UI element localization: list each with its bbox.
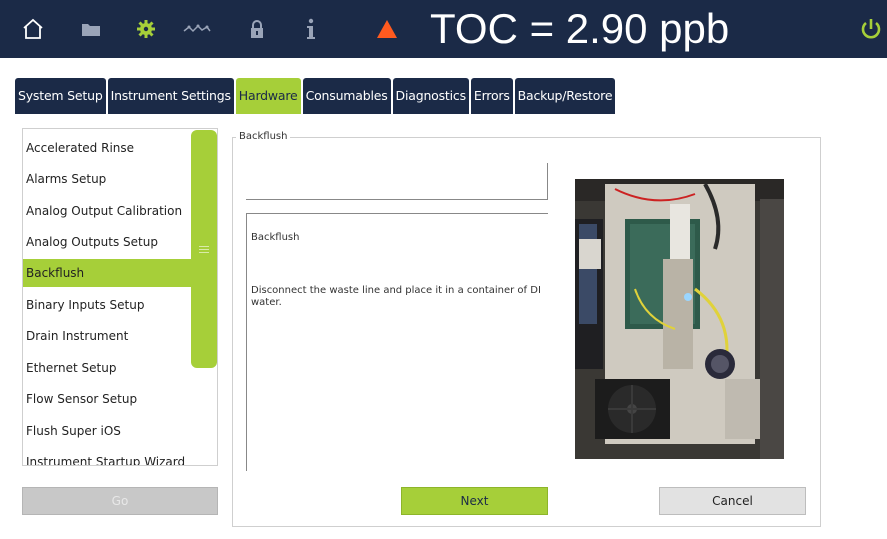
list-item-ethernet-setup[interactable]: Ethernet Setup (23, 354, 213, 382)
status-field (246, 163, 548, 200)
instrument-photo (575, 179, 784, 459)
tab-bar: System Setup Instrument Settings Hardwar… (15, 78, 616, 114)
tab-system-setup[interactable]: System Setup (15, 78, 106, 114)
home-icon[interactable] (20, 0, 46, 58)
panel-legend: Backflush (236, 131, 291, 142)
tab-diagnostics[interactable]: Diagnostics (392, 78, 469, 114)
hardware-list: Accelerated Rinse Alarms Setup Analog Ou… (22, 128, 218, 466)
go-button[interactable]: Go (22, 487, 218, 515)
power-icon[interactable] (858, 0, 884, 58)
description-box: Backflush Disconnect the waste line and … (246, 213, 548, 471)
list-item-backflush[interactable]: Backflush (23, 259, 217, 287)
list-item-instrument-startup-wizard[interactable]: Instrument Startup Wizard (23, 448, 213, 465)
list-item-alarms-setup[interactable]: Alarms Setup (23, 165, 213, 193)
toc-readout: TOC = 2.90 ppb (430, 5, 730, 52)
warning-icon[interactable] (375, 0, 399, 58)
list-item-analog-output-calibration[interactable]: Analog Output Calibration (23, 197, 213, 225)
folder-icon[interactable] (80, 0, 102, 58)
tab-instrument-settings[interactable]: Instrument Settings (107, 78, 234, 114)
next-button[interactable]: Next (401, 487, 548, 515)
lock-icon[interactable] (247, 0, 267, 58)
description-text: Disconnect the waste line and place it i… (251, 285, 541, 308)
cancel-button[interactable]: Cancel (659, 487, 806, 515)
gear-icon[interactable] (135, 0, 157, 58)
list-item-drain-instrument[interactable]: Drain Instrument (23, 322, 213, 350)
list-scrollbar[interactable] (191, 130, 217, 368)
list-item-flow-sensor-setup[interactable]: Flow Sensor Setup (23, 385, 213, 413)
top-bar: TOC = 2.90 ppb (0, 0, 887, 58)
list-item-accelerated-rinse[interactable]: Accelerated Rinse (23, 134, 213, 162)
description-title: Backflush (251, 232, 300, 243)
tab-hardware[interactable]: Hardware (235, 78, 301, 114)
list-item-analog-outputs-setup[interactable]: Analog Outputs Setup (23, 228, 213, 256)
tab-errors[interactable]: Errors (470, 78, 513, 114)
tab-consumables[interactable]: Consumables (302, 78, 391, 114)
list-item-flush-super-ios[interactable]: Flush Super iOS (23, 417, 213, 445)
scrollbar-grip[interactable] (199, 244, 209, 254)
trend-icon[interactable] (182, 0, 212, 58)
list-item-binary-inputs-setup[interactable]: Binary Inputs Setup (23, 291, 213, 319)
tab-backup-restore[interactable]: Backup/Restore (514, 78, 616, 114)
info-icon[interactable] (302, 0, 320, 58)
